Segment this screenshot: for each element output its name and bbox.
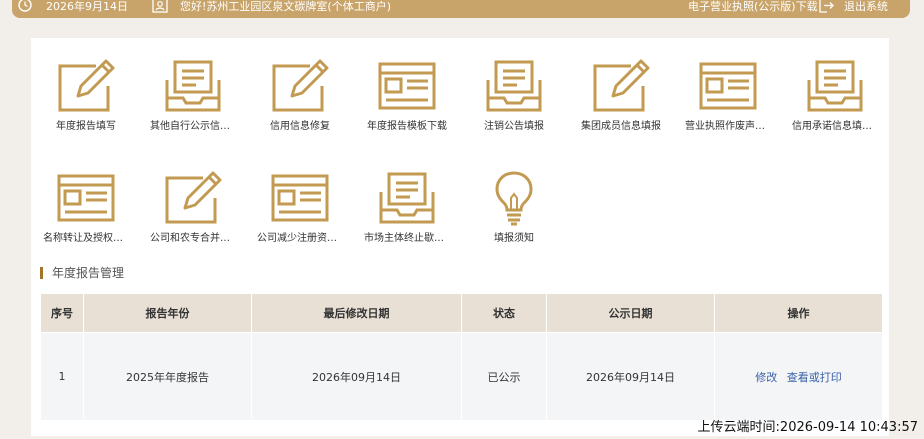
cell-status: 已公示	[461, 332, 547, 421]
cell-operations: 修改 查看或打印	[714, 332, 883, 421]
edit-icon	[250, 58, 350, 114]
form-icon	[678, 58, 778, 114]
cell-publish-date: 2026年09月14日	[546, 332, 715, 421]
section-annual-report-management: 年度报告管理	[40, 264, 124, 281]
table-row: 1 2025年年度报告 2026年09月14日 已公示 2026年09月14日 …	[40, 332, 883, 421]
function-tile[interactable]: 年度报告填写	[36, 58, 136, 148]
col-status: 状态	[461, 293, 547, 333]
function-tile[interactable]: 年度报告模板下载	[357, 58, 457, 148]
edit-link[interactable]: 修改	[755, 371, 777, 384]
edit-icon	[143, 170, 243, 226]
main-panel: 年度报告填写 其他自行公示信息... 信用信息修复 年度报告模板下载 注销公告填报 集团成…	[31, 38, 889, 436]
annual-report-table: 序号 报告年份 最后修改日期 状态 公示日期 操作 1 2025年年度报告 20…	[40, 293, 883, 421]
function-tile-label: 年度报告模板下载	[367, 121, 447, 132]
upload-timestamp: 上传云端时间:2026-09-14 10:43:57	[697, 420, 918, 435]
function-tile[interactable]: 公司减少注册资本...	[250, 170, 350, 260]
inbox-icon	[464, 58, 564, 114]
function-tile[interactable]: 市场主体终止歇业...	[357, 170, 457, 260]
cell-report-year: 2025年年度报告	[83, 332, 252, 421]
section-marker	[40, 266, 43, 279]
function-tile-label: 公司和农专合并、...	[150, 233, 236, 244]
function-tile[interactable]: 信用信息修复	[250, 58, 350, 148]
col-index: 序号	[40, 293, 84, 333]
function-tile-label: 注销公告填报	[484, 121, 544, 132]
edit-icon	[571, 58, 671, 114]
function-tile[interactable]: 营业执照作废声明...	[678, 58, 778, 148]
logout-icon[interactable]	[818, 0, 834, 13]
function-tile[interactable]: 公司和农专合并、...	[143, 170, 243, 260]
function-tile-label: 名称转让及授权信...	[43, 233, 129, 244]
edit-icon	[36, 58, 136, 114]
function-tile-label: 集团成员信息填报	[581, 121, 661, 132]
inbox-icon	[143, 58, 243, 114]
col-operations: 操作	[714, 293, 883, 333]
col-last-modified: 最后修改日期	[251, 293, 462, 333]
function-tile-label: 公司减少注册资本...	[257, 233, 343, 244]
function-tile[interactable]: 填报须知	[464, 170, 564, 260]
form-icon	[36, 170, 136, 226]
clock-icon	[18, 0, 32, 12]
section-title: 年度报告管理	[52, 266, 125, 280]
function-tile[interactable]: 注销公告填报	[464, 58, 564, 148]
function-tile-label: 信用信息修复	[270, 121, 330, 132]
license-download-link[interactable]: 电子营业执照(公示版)下载	[688, 0, 818, 14]
function-tile[interactable]: 名称转让及授权信...	[36, 170, 136, 260]
function-tile[interactable]: 其他自行公示信息...	[143, 58, 243, 148]
view-print-link[interactable]: 查看或打印	[787, 371, 842, 384]
cell-index: 1	[40, 332, 84, 421]
col-publish-date: 公示日期	[546, 293, 715, 333]
function-tile-label: 营业执照作废声明...	[685, 121, 771, 132]
form-icon	[357, 58, 457, 114]
function-tile-label: 市场主体终止歇业...	[364, 233, 450, 244]
function-tile-label: 信用承诺信息填报...	[792, 121, 878, 132]
inbox-icon	[785, 58, 885, 114]
user-icon	[152, 0, 168, 13]
function-tile-label: 填报须知	[494, 233, 534, 244]
inbox-icon	[357, 170, 457, 226]
function-tile-label: 其他自行公示信息...	[150, 121, 236, 132]
col-report-year: 报告年份	[83, 293, 252, 333]
function-tile[interactable]: 集团成员信息填报	[571, 58, 671, 148]
user-greeting: 您好!苏州工业园区泉文碳牌室(个体工商户)	[180, 0, 391, 13]
function-tile[interactable]: 信用承诺信息填报...	[785, 58, 885, 148]
lightbulb-icon	[464, 170, 564, 226]
logout-button[interactable]: 退出系统	[844, 0, 888, 14]
form-icon	[250, 170, 350, 226]
current-date: 2026年9月14日	[46, 0, 128, 13]
top-bar: 2026年9月14日 您好!苏州工业园区泉文碳牌室(个体工商户) 电子营业执照(…	[12, 0, 910, 18]
function-tile-label: 年度报告填写	[56, 121, 116, 132]
cell-last-modified: 2026年09月14日	[251, 332, 462, 421]
table-header-row: 序号 报告年份 最后修改日期 状态 公示日期 操作	[40, 293, 883, 333]
